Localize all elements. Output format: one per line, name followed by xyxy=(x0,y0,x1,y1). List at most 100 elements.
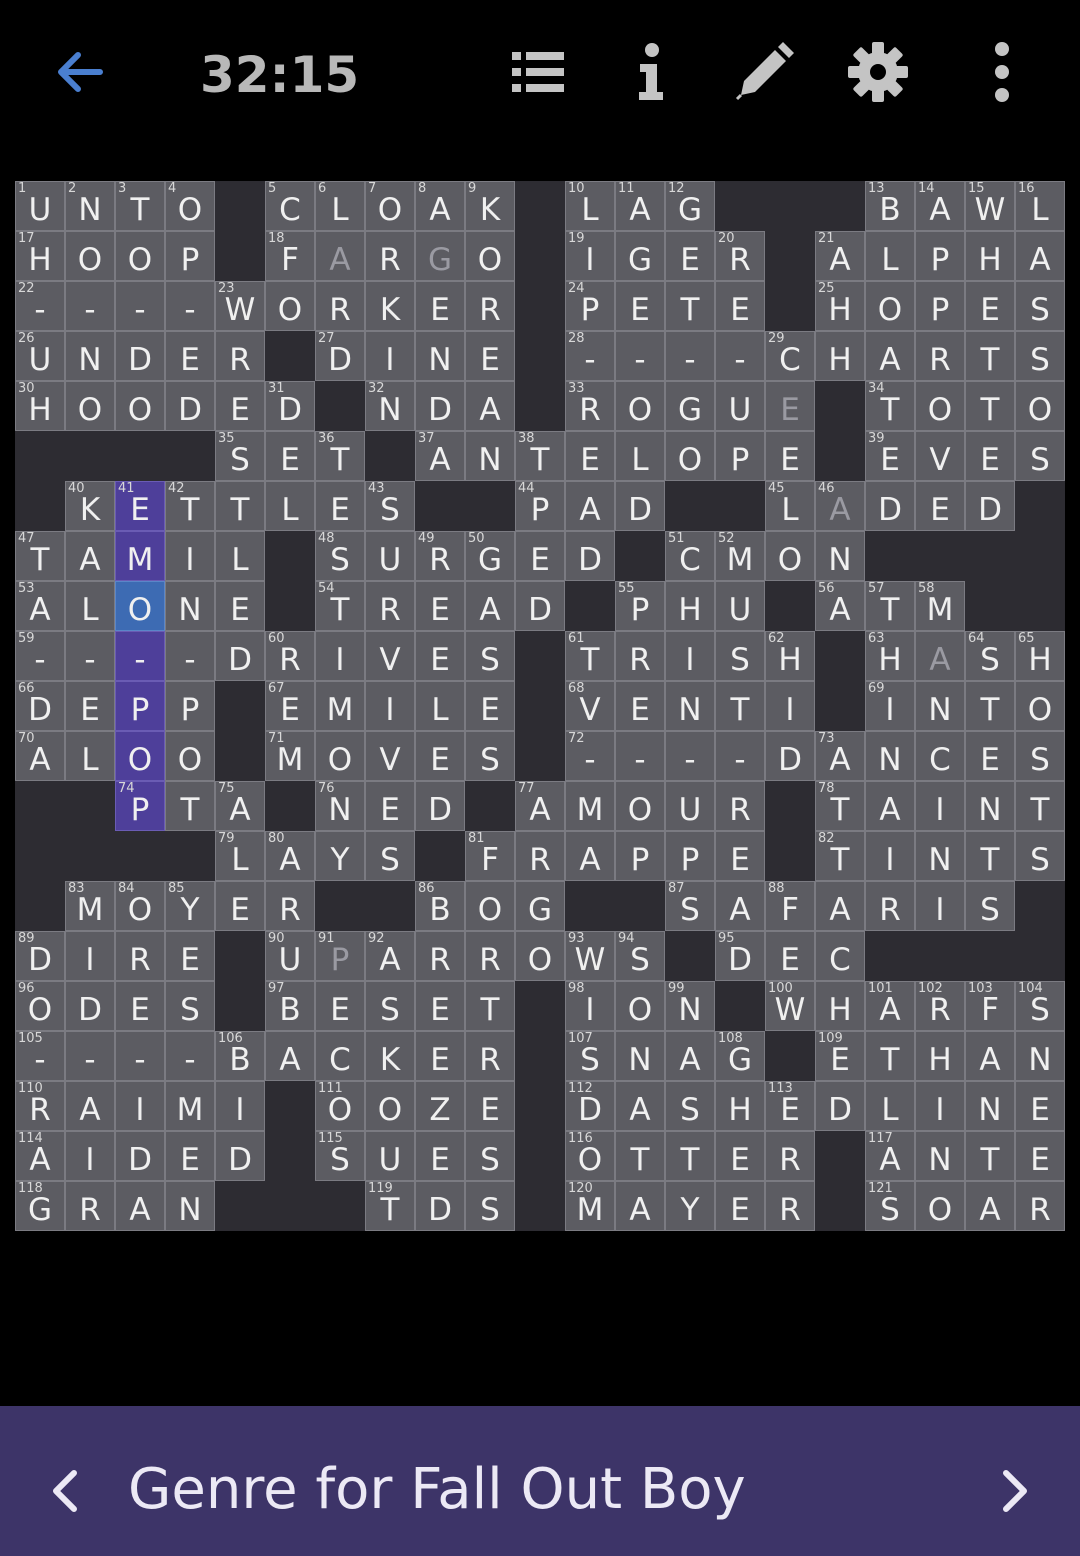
grid-cell[interactable]: - xyxy=(615,731,665,781)
grid-cell[interactable]: - xyxy=(665,731,715,781)
grid-cell[interactable]: E xyxy=(315,481,365,531)
grid-cell[interactable]: O xyxy=(465,231,515,281)
grid-cell[interactable]: 10 L xyxy=(565,181,615,231)
grid-cell[interactable]: D xyxy=(865,481,915,531)
grid-cell[interactable]: I xyxy=(365,681,415,731)
grid-cell[interactable]: E xyxy=(965,431,1015,481)
current-clue-text[interactable]: Genre for Fall Out Boy xyxy=(128,1450,746,1530)
grid-cell[interactable]: E xyxy=(765,931,815,981)
grid-cell[interactable]: E xyxy=(615,281,665,331)
grid-cell[interactable]: H xyxy=(715,1081,765,1131)
grid-cell[interactable]: - xyxy=(65,1031,115,1081)
grid-cell[interactable]: R xyxy=(415,931,465,981)
grid-cell[interactable]: I xyxy=(915,781,965,831)
grid-cell[interactable]: 47 T xyxy=(15,531,65,581)
grid-cell[interactable]: O xyxy=(65,381,115,431)
grid-cell[interactable]: 86 B xyxy=(415,881,465,931)
grid-cell[interactable]: L xyxy=(215,531,265,581)
grid-cell[interactable]: - xyxy=(715,731,765,781)
grid-cell[interactable]: S xyxy=(1015,281,1065,331)
grid-cell[interactable]: 105- xyxy=(15,1031,65,1081)
grid-cell[interactable]: T xyxy=(965,1131,1015,1181)
grid-cell[interactable]: R xyxy=(215,331,265,381)
grid-cell[interactable]: P xyxy=(715,431,765,481)
grid-cell[interactable]: A xyxy=(665,1031,715,1081)
grid-cell[interactable]: 17 H xyxy=(15,231,65,281)
grid-cell[interactable]: E xyxy=(715,281,765,331)
grid-cell[interactable]: A xyxy=(315,231,365,281)
grid-cell[interactable]: T xyxy=(715,681,765,731)
grid-cell[interactable]: I xyxy=(165,531,215,581)
grid-cell[interactable]: O xyxy=(115,231,165,281)
grid-cell[interactable]: A xyxy=(465,581,515,631)
grid-cell[interactable]: E xyxy=(615,681,665,731)
grid-cell[interactable]: 76 N xyxy=(315,781,365,831)
grid-cell[interactable]: - xyxy=(65,281,115,331)
grid-cell[interactable]: A xyxy=(465,381,515,431)
grid-cell[interactable]: 32 N xyxy=(365,381,415,431)
grid-cell[interactable]: E xyxy=(765,381,815,431)
grid-cell[interactable]: A xyxy=(865,331,915,381)
grid-cell[interactable]: O xyxy=(615,381,665,431)
grid-cell[interactable]: P xyxy=(165,681,215,731)
grid-cell[interactable]: R xyxy=(265,881,315,931)
grid-cell[interactable]: E xyxy=(415,731,465,781)
grid-cell[interactable]: 118 G xyxy=(15,1181,65,1231)
grid-cell[interactable]: C xyxy=(915,731,965,781)
grid-cell[interactable]: 26 U xyxy=(15,331,65,381)
grid-cell[interactable]: H xyxy=(665,581,715,631)
info-button[interactable] xyxy=(618,36,684,108)
grid-cell[interactable]: Y xyxy=(665,1181,715,1231)
grid-cell[interactable]: E xyxy=(415,281,465,331)
grid-cell[interactable]: S xyxy=(365,831,415,881)
grid-cell[interactable]: A xyxy=(865,781,915,831)
grid-cell[interactable]: 2N xyxy=(65,181,115,231)
grid-cell[interactable]: 43 S xyxy=(365,481,415,531)
grid-cell[interactable]: E xyxy=(715,1131,765,1181)
grid-cell[interactable]: 20 R xyxy=(715,231,765,281)
grid-cell[interactable]: R xyxy=(365,581,415,631)
grid-cell[interactable]: S xyxy=(1015,831,1065,881)
grid-cell[interactable]: S xyxy=(665,1081,715,1131)
grid-cell[interactable]: 88 F xyxy=(765,881,815,931)
grid-cell[interactable]: 30 H xyxy=(15,381,65,431)
grid-cell[interactable]: 101 A xyxy=(865,981,915,1031)
grid-cell[interactable]: A xyxy=(1015,231,1065,281)
grid-cell[interactable]: G xyxy=(665,381,715,431)
grid-cell[interactable]: D xyxy=(215,631,265,681)
grid-cell[interactable]: E xyxy=(115,981,165,1031)
grid-cell[interactable]: 117 A xyxy=(865,1131,915,1181)
grid-cell[interactable]: O xyxy=(615,781,665,831)
grid-cell[interactable]: G xyxy=(515,881,565,931)
grid-cell[interactable]: E xyxy=(415,581,465,631)
grid-cell[interactable]: 49 R xyxy=(415,531,465,581)
grid-cell[interactable]: 99 N xyxy=(665,981,715,1031)
grid-cell[interactable]: 71 M xyxy=(265,731,315,781)
grid-cell[interactable]: 104 S xyxy=(1015,981,1065,1031)
grid-cell[interactable]: 51 C xyxy=(665,531,715,581)
grid-cell[interactable]: R xyxy=(315,281,365,331)
grid-cell[interactable]: E xyxy=(215,881,265,931)
grid-cell[interactable]: R xyxy=(465,1031,515,1081)
grid-cell[interactable]: I xyxy=(915,1081,965,1131)
grid-cell[interactable]: 53 A xyxy=(15,581,65,631)
grid-cell[interactable]: T xyxy=(465,981,515,1031)
grid-cell[interactable]: 38 T xyxy=(515,431,565,481)
grid-cell[interactable]: N xyxy=(165,1181,215,1231)
grid-cell[interactable]: O xyxy=(865,281,915,331)
grid-cell[interactable]: 120 M xyxy=(565,1181,615,1231)
grid-cell[interactable]: 3T xyxy=(115,181,165,231)
grid-cell[interactable]: 54 T xyxy=(315,581,365,631)
grid-cell[interactable]: N xyxy=(915,681,965,731)
grid-cell[interactable]: M xyxy=(115,531,165,581)
grid-cell[interactable]: O xyxy=(1015,681,1065,731)
grid-cell[interactable]: G xyxy=(415,231,465,281)
grid-cell[interactable]: U xyxy=(365,1131,415,1181)
grid-cell[interactable]: 33 R xyxy=(565,381,615,431)
grid-cell[interactable]: E xyxy=(1015,1131,1065,1181)
grid-cell[interactable]: N xyxy=(915,831,965,881)
grid-cell[interactable]: 92 A xyxy=(365,931,415,981)
grid-cell[interactable]: R xyxy=(765,1131,815,1181)
grid-cell[interactable]: O xyxy=(65,231,115,281)
grid-cell[interactable]: T xyxy=(665,281,715,331)
